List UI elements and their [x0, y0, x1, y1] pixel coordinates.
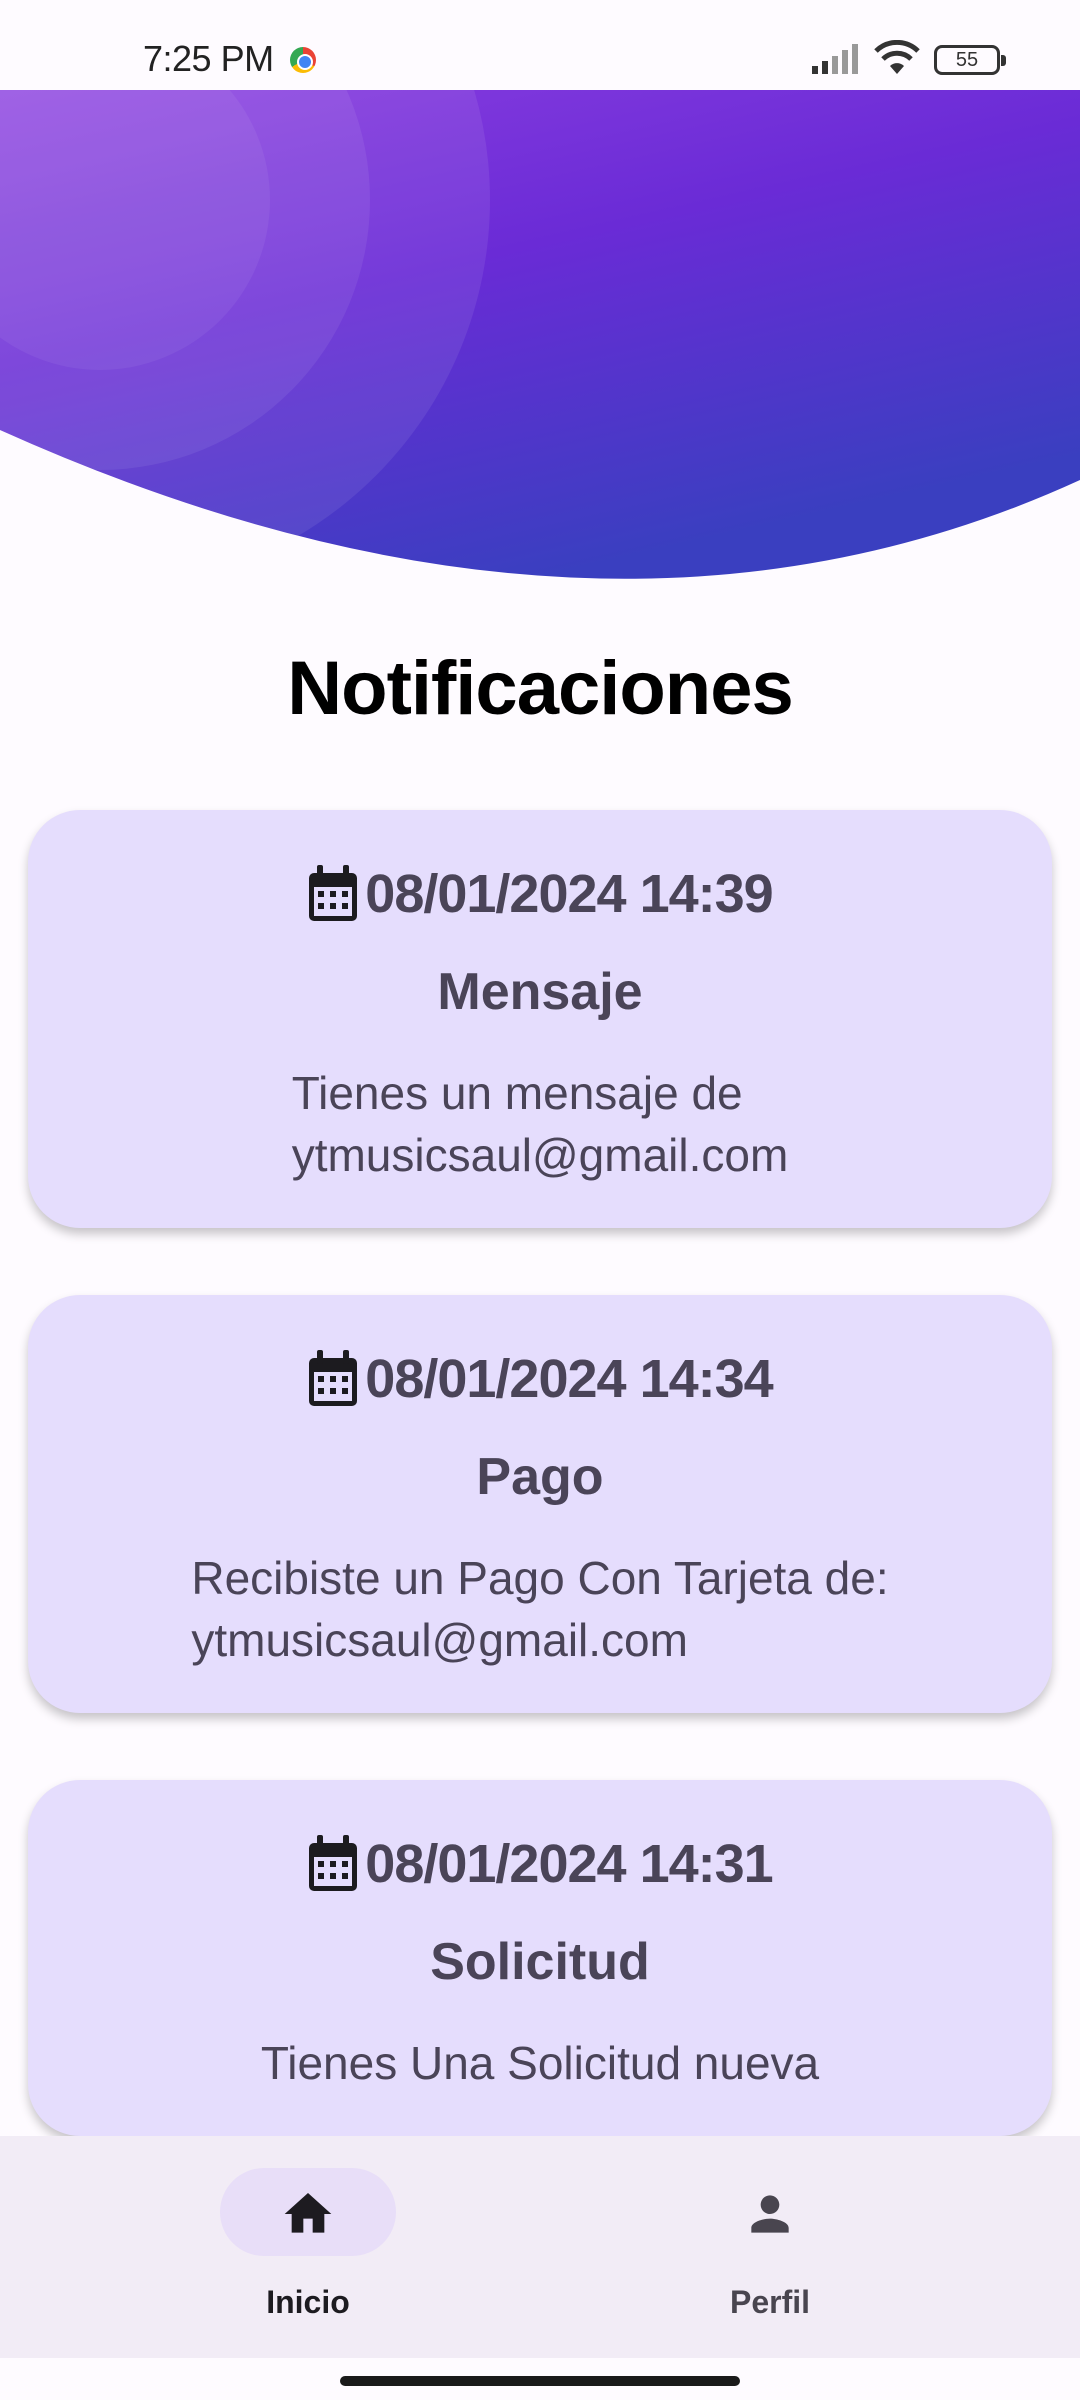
- signal-icon: [812, 44, 858, 74]
- notification-body: Tienes Una Solicitud nueva: [28, 2032, 1052, 2094]
- notification-date: 08/01/2024 14:39: [365, 864, 773, 924]
- notification-date-row: 08/01/2024 14:31: [28, 1833, 1052, 1895]
- page-title: Notificaciones: [287, 646, 793, 731]
- calendar-icon: [309, 1350, 358, 1406]
- notification-body: Tienes un mensaje de ytmusicsaul@gmail.c…: [28, 1062, 1052, 1186]
- notification-body-line: Recibiste un Pago Con Tarjeta de:: [191, 1552, 889, 1604]
- nav-item-perfil[interactable]: Perfil: [620, 2136, 920, 2358]
- calendar-icon: [309, 1835, 358, 1891]
- notification-card[interactable]: 08/01/2024 14:31 Solicitud Tienes Una So…: [28, 1780, 1052, 2136]
- notification-body-line: ytmusicsaul@gmail.com: [191, 1614, 688, 1666]
- home-indicator[interactable]: [340, 2376, 740, 2386]
- notification-title: Pago: [476, 1448, 604, 1506]
- notification-card[interactable]: 08/01/2024 14:39 Mensaje Tienes un mensa…: [28, 810, 1052, 1228]
- notification-title: Solicitud: [430, 1933, 650, 1991]
- home-icon: [284, 2193, 332, 2233]
- notification-date-row: 08/01/2024 14:39: [28, 863, 1052, 925]
- notification-body-line: ytmusicsaul@gmail.com: [291, 1129, 789, 1181]
- calendar-icon: [309, 865, 358, 921]
- battery-icon: 55: [934, 45, 1006, 75]
- nav-label: Perfil: [729, 2284, 811, 2320]
- status-bar: 7:25 PM 55: [0, 0, 1080, 90]
- header-wave: [0, 90, 1080, 579]
- chrome-icon: [290, 47, 316, 73]
- notification-card[interactable]: 08/01/2024 14:34 Pago Recibiste un Pago …: [28, 1295, 1052, 1713]
- notification-body-line: Tienes Una Solicitud nueva: [260, 2037, 820, 2089]
- nav-item-inicio[interactable]: Inicio: [158, 2136, 458, 2358]
- notification-date: 08/01/2024 14:31: [365, 1834, 773, 1894]
- notification-date: 08/01/2024 14:34: [365, 1349, 773, 1409]
- notification-body-line: Tienes un mensaje de: [291, 1067, 743, 1119]
- status-time: 7:25 PM: [143, 38, 274, 79]
- bottom-nav: Inicio Perfil: [0, 2136, 1080, 2358]
- nav-label: Inicio: [266, 2284, 350, 2320]
- person-icon: [751, 2195, 789, 2233]
- notification-body: Recibiste un Pago Con Tarjeta de: ytmusi…: [28, 1547, 1052, 1671]
- notification-title: Mensaje: [437, 963, 643, 1021]
- notification-date-row: 08/01/2024 14:34: [28, 1348, 1052, 1410]
- wifi-icon: [874, 40, 920, 74]
